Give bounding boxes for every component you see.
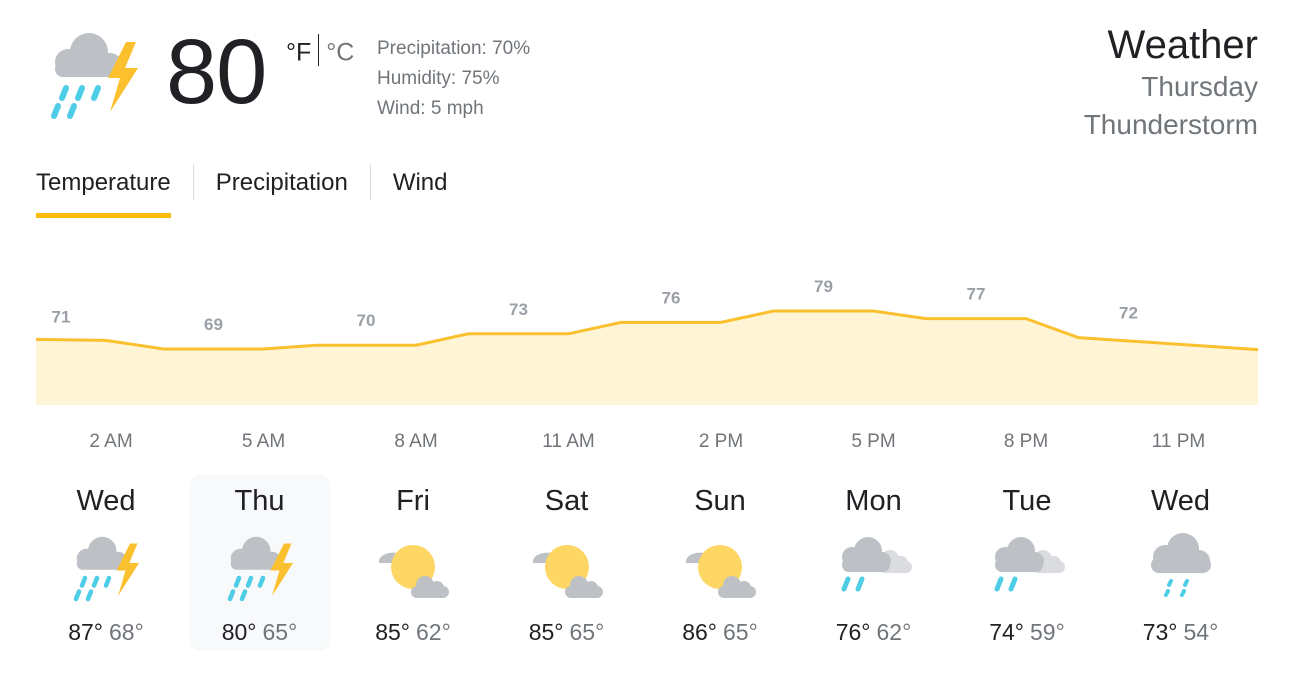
low-temp: 65° <box>569 619 605 645</box>
day-card-sun[interactable]: Sun 86° 65° <box>650 475 790 651</box>
tab-precipitation[interactable]: Precipitation <box>216 164 348 218</box>
hour-label: 8 AM <box>394 431 437 452</box>
day-name: Fri <box>396 485 430 517</box>
day-name: Sun <box>694 485 746 517</box>
temperature-label: 76 <box>662 288 681 307</box>
low-temp: 54° <box>1183 619 1219 645</box>
high-temp: 74° <box>989 619 1024 645</box>
high-temp: 73° <box>1142 619 1178 645</box>
temperature-label: 70 <box>357 311 376 330</box>
day-name: Thu <box>234 485 285 517</box>
temperature-label: 73 <box>509 300 528 319</box>
day-card-wed[interactable]: Wed 73° 54° <box>1111 475 1251 651</box>
unit-separator <box>318 34 320 66</box>
hour-label: 11 PM <box>1152 431 1206 452</box>
tab-wind[interactable]: Wind <box>393 164 448 218</box>
weather-title: Weather <box>1107 23 1258 67</box>
temperature-label: 77 <box>967 285 986 304</box>
tab-temperature[interactable]: Temperature <box>36 164 171 218</box>
temperature-chart: 71 69 70 73 76 79 77 72 2 AM 5 AM 8 AM 11 AM 2 PM 5 P… <box>35 277 1259 452</box>
high-temp: 80° <box>221 619 257 645</box>
low-temp: 65° <box>723 619 758 645</box>
day-card-wed[interactable]: Wed 87° 68° <box>36 475 176 651</box>
low-temp: 62° <box>416 619 451 645</box>
chart-tabs: Temperature Precipitation Wind <box>36 164 448 218</box>
temperature-label: 69 <box>204 315 223 334</box>
unit-toggle: °F °C <box>286 34 354 70</box>
cloudy-rain-icon <box>834 533 914 605</box>
high-temp: 85° <box>375 619 410 645</box>
temperature-label: 71 <box>52 307 71 326</box>
day-name: Tue <box>1002 485 1052 517</box>
temperature-label: 72 <box>1119 304 1138 323</box>
partly-cloudy-icon <box>527 533 607 605</box>
low-temp: 68° <box>109 619 144 645</box>
precipitation-text: Precipitation: 70% <box>377 38 531 59</box>
low-temp: 65° <box>262 619 298 645</box>
light-rain-icon <box>1141 533 1221 605</box>
hour-label: 2 PM <box>699 431 743 452</box>
day-card-sat[interactable]: Sat 85° 65° <box>497 475 637 651</box>
high-temp: 86° <box>682 619 717 645</box>
day-card-thu[interactable]: Thu 80° 65° <box>189 475 330 651</box>
day-name: Sat <box>544 485 589 517</box>
high-temp: 87° <box>68 619 103 645</box>
hour-label: 8 PM <box>1004 431 1048 452</box>
thunderstorm-icon <box>42 28 146 124</box>
selected-day: Thursday <box>1141 71 1258 102</box>
partly-cloudy-icon <box>373 533 453 605</box>
day-name: Wed <box>76 485 136 517</box>
tab-divider <box>369 164 371 200</box>
hour-label: 5 PM <box>851 431 895 452</box>
day-name: Mon <box>845 485 902 517</box>
high-temp: 76° <box>835 619 871 645</box>
current-details: Precipitation: 70% Humidity: 75% Wind: 5… <box>377 34 530 124</box>
partly-cloudy-icon <box>680 533 760 605</box>
current-temperature: 80 <box>166 21 267 123</box>
hour-label: 5 AM <box>242 431 285 452</box>
thunderstorm-icon <box>220 533 300 605</box>
unit-celsius[interactable]: °C <box>326 39 354 67</box>
wind-text: Wind: 5 mph <box>377 98 484 119</box>
high-temp: 85° <box>528 619 564 645</box>
low-temp: 59° <box>1030 619 1065 645</box>
condition-text: Thunderstorm <box>1083 109 1258 140</box>
day-card-tue[interactable]: Tue 74° 59° <box>957 475 1097 651</box>
day-card-fri[interactable]: Fri 85° 62° <box>343 475 483 651</box>
low-temp: 62° <box>876 619 912 645</box>
humidity-text: Humidity: 75% <box>377 68 500 89</box>
day-card-mon[interactable]: Mon 76° 62° <box>804 475 944 651</box>
temperature-label: 79 <box>814 277 833 296</box>
unit-fahrenheit[interactable]: °F <box>286 39 311 67</box>
tab-divider <box>192 164 194 200</box>
cloudy-rain-icon <box>987 533 1067 605</box>
hour-label: 2 AM <box>89 431 132 452</box>
weather-header: Weather Thursday Thunderstorm <box>1084 22 1258 144</box>
day-name: Wed <box>1150 485 1211 517</box>
thunderstorm-icon <box>66 533 146 605</box>
hour-label: 11 AM <box>542 431 594 452</box>
